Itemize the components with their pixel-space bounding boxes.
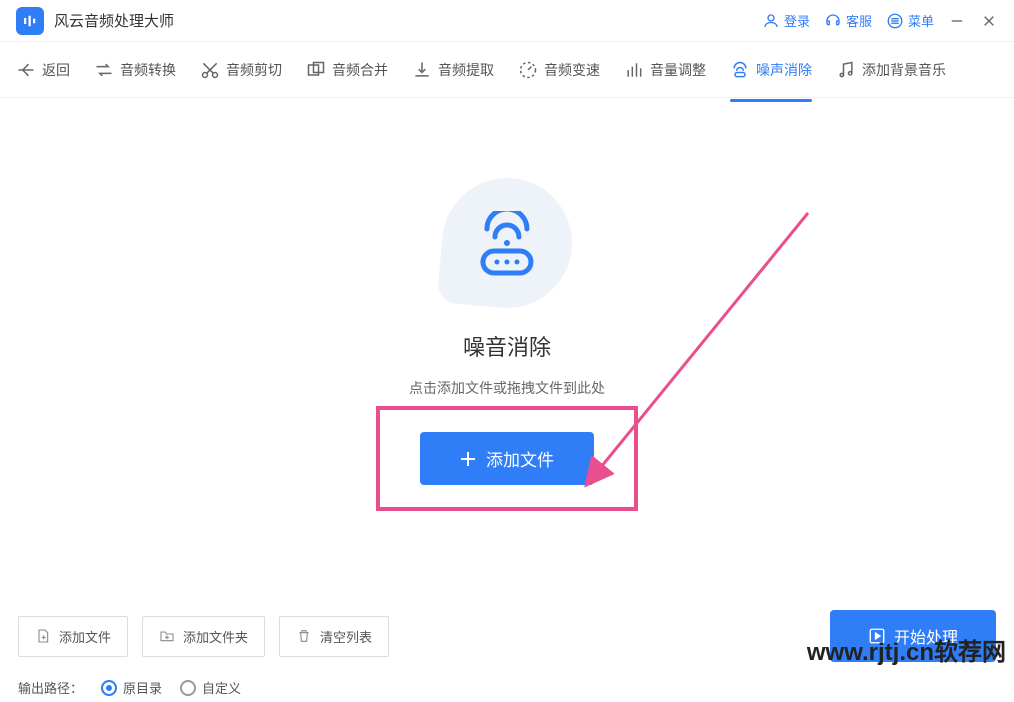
folder-add-icon [159,628,175,644]
watermark-text: www.rjtj.cn软荐网 [807,632,1006,667]
add-folder-button[interactable]: 添加文件夹 [142,616,265,657]
tab-noise-removal[interactable]: 噪声消除 [730,54,812,86]
tab-audio-extract[interactable]: 音频提取 [412,54,494,86]
page-title: 噪音消除 [463,330,551,362]
toolbar: 返回 音频转换 音频剪切 音频合并 音频提取 音频变速 音量调整 噪声消除 添加… [0,42,1014,98]
tab-audio-speed[interactable]: 音频变速 [518,54,600,86]
add-file-main-button[interactable]: 添加文件 [420,432,594,485]
radio-icon [180,680,196,696]
tab-label: 添加背景音乐 [862,60,946,80]
tab-audio-cut[interactable]: 音频剪切 [200,54,282,86]
menu-button[interactable]: 菜单 [886,11,934,30]
login-button[interactable]: 登录 [762,11,810,30]
btn-label: 添加文件夹 [183,627,248,646]
tab-label: 音频合并 [332,60,388,80]
hero-icon [437,173,578,314]
btn-label: 清空列表 [320,627,372,646]
minimize-button[interactable] [948,12,966,30]
radio-original-dir[interactable]: 原目录 [101,678,162,697]
tab-label: 噪声消除 [756,60,812,80]
radio-label: 自定义 [202,678,241,697]
trash-icon [296,628,312,644]
plus-icon [460,451,476,467]
login-label: 登录 [784,11,810,30]
tab-label: 音频提取 [438,60,494,80]
app-logo-icon [16,7,44,35]
tab-label: 音频转换 [120,60,176,80]
main-area: 噪音消除 点击添加文件或拖拽文件到此处 添加文件 [0,98,1014,610]
tab-label: 音频剪切 [226,60,282,80]
add-file-button[interactable]: 添加文件 [18,616,128,657]
tab-volume-adjust[interactable]: 音量调整 [624,54,706,86]
clear-list-button[interactable]: 清空列表 [279,616,389,657]
tab-label: 音频变速 [544,60,600,80]
back-button[interactable]: 返回 [16,54,70,86]
menu-label: 菜单 [908,11,934,30]
radio-label: 原目录 [123,678,162,697]
file-add-icon [35,628,51,644]
support-label: 客服 [846,11,872,30]
btn-label: 添加文件 [59,627,111,646]
radio-icon [101,680,117,696]
tab-audio-convert[interactable]: 音频转换 [94,54,176,86]
tab-bg-music[interactable]: 添加背景音乐 [836,54,946,86]
page-subtitle: 点击添加文件或拖拽文件到此处 [409,378,605,398]
tab-audio-merge[interactable]: 音频合并 [306,54,388,86]
add-file-label: 添加文件 [486,446,554,471]
support-button[interactable]: 客服 [824,11,872,30]
back-label: 返回 [42,60,70,80]
radio-custom-dir[interactable]: 自定义 [180,678,241,697]
titlebar: 风云音频处理大师 登录 客服 菜单 [0,0,1014,42]
app-title: 风云音频处理大师 [54,10,174,31]
output-path-label: 输出路径： [18,678,83,697]
tab-label: 音量调整 [650,60,706,80]
close-button[interactable] [980,12,998,30]
highlight-box: 添加文件 [376,406,638,511]
